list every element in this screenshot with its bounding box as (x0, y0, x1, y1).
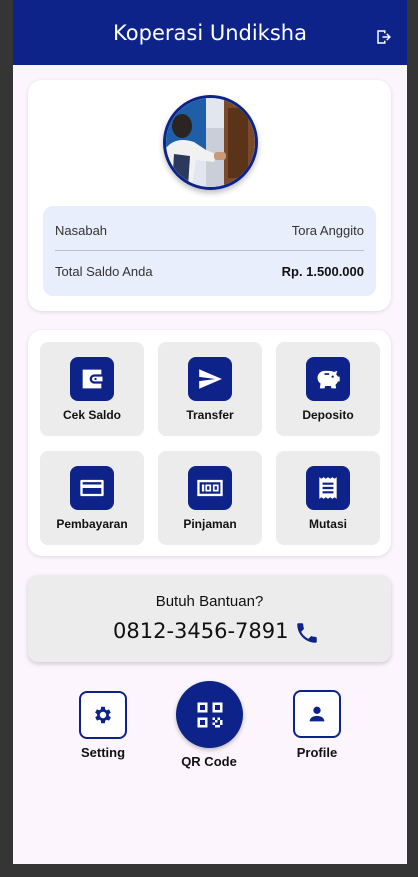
logout-icon[interactable] (375, 28, 393, 46)
piggy-bank-icon (306, 357, 350, 401)
profile-card: Nasabah Tora Anggito Total Saldo Anda Rp… (28, 80, 391, 311)
info-divider (55, 250, 364, 251)
app-bar: Koperasi Undiksha (13, 0, 407, 65)
wallet-icon (70, 357, 114, 401)
menu-label: Pinjaman (183, 517, 237, 531)
customer-row: Nasabah Tora Anggito (55, 220, 364, 240)
menu-mutasi[interactable]: Mutasi (276, 451, 380, 545)
balance-value: Rp. 1.500.000 (281, 263, 364, 279)
person-icon (309, 706, 325, 722)
help-phone-number[interactable]: 0812-3456-7891 (113, 619, 289, 643)
menu-label: Deposito (302, 408, 354, 422)
setting-label: Setting (80, 745, 126, 760)
pinjaman-icon (188, 466, 232, 510)
avatar (163, 95, 258, 190)
qr-code-button[interactable] (176, 681, 243, 748)
menu-deposito[interactable]: Deposito (276, 342, 380, 436)
menu-label: Pembayaran (56, 517, 128, 531)
menu-label: Cek Saldo (62, 408, 122, 422)
menu-pinjaman[interactable]: Pinjaman (158, 451, 262, 545)
menu-label: Mutasi (308, 517, 347, 531)
phone-icon[interactable] (294, 620, 320, 646)
qr-code-icon (197, 702, 222, 727)
qr-code-label: QR Code (181, 754, 237, 769)
profile-button[interactable] (293, 690, 341, 738)
menu-cek-saldo[interactable]: Cek Saldo (40, 342, 144, 436)
balance-row: Total Saldo Anda Rp. 1.500.000 (55, 261, 364, 281)
setting-button[interactable] (79, 691, 127, 739)
customer-label: Nasabah (55, 222, 108, 238)
receipt-icon (306, 466, 350, 510)
profile-label: Profile (296, 745, 338, 760)
menu-label: Transfer (186, 408, 234, 422)
help-card: Butuh Bantuan? 0812-3456-7891 (28, 575, 391, 662)
credit-card-icon (70, 466, 114, 510)
menu-transfer[interactable]: Transfer (158, 342, 262, 436)
app-title: Koperasi Undiksha (113, 20, 307, 45)
gear-icon (95, 706, 111, 724)
avatar-photo (166, 98, 255, 187)
menu-card: Cek Saldo Transfer Deposito Pembayaran P (28, 330, 391, 556)
account-info-box: Nasabah Tora Anggito Total Saldo Anda Rp… (43, 206, 376, 296)
customer-name: Tora Anggito (291, 222, 364, 238)
help-title: Butuh Bantuan? (155, 593, 264, 610)
send-icon (188, 357, 232, 401)
balance-label: Total Saldo Anda (55, 263, 153, 279)
menu-pembayaran[interactable]: Pembayaran (40, 451, 144, 545)
app-screen: Koperasi Undiksha Nasabah Tora Anggito T… (13, 0, 407, 864)
